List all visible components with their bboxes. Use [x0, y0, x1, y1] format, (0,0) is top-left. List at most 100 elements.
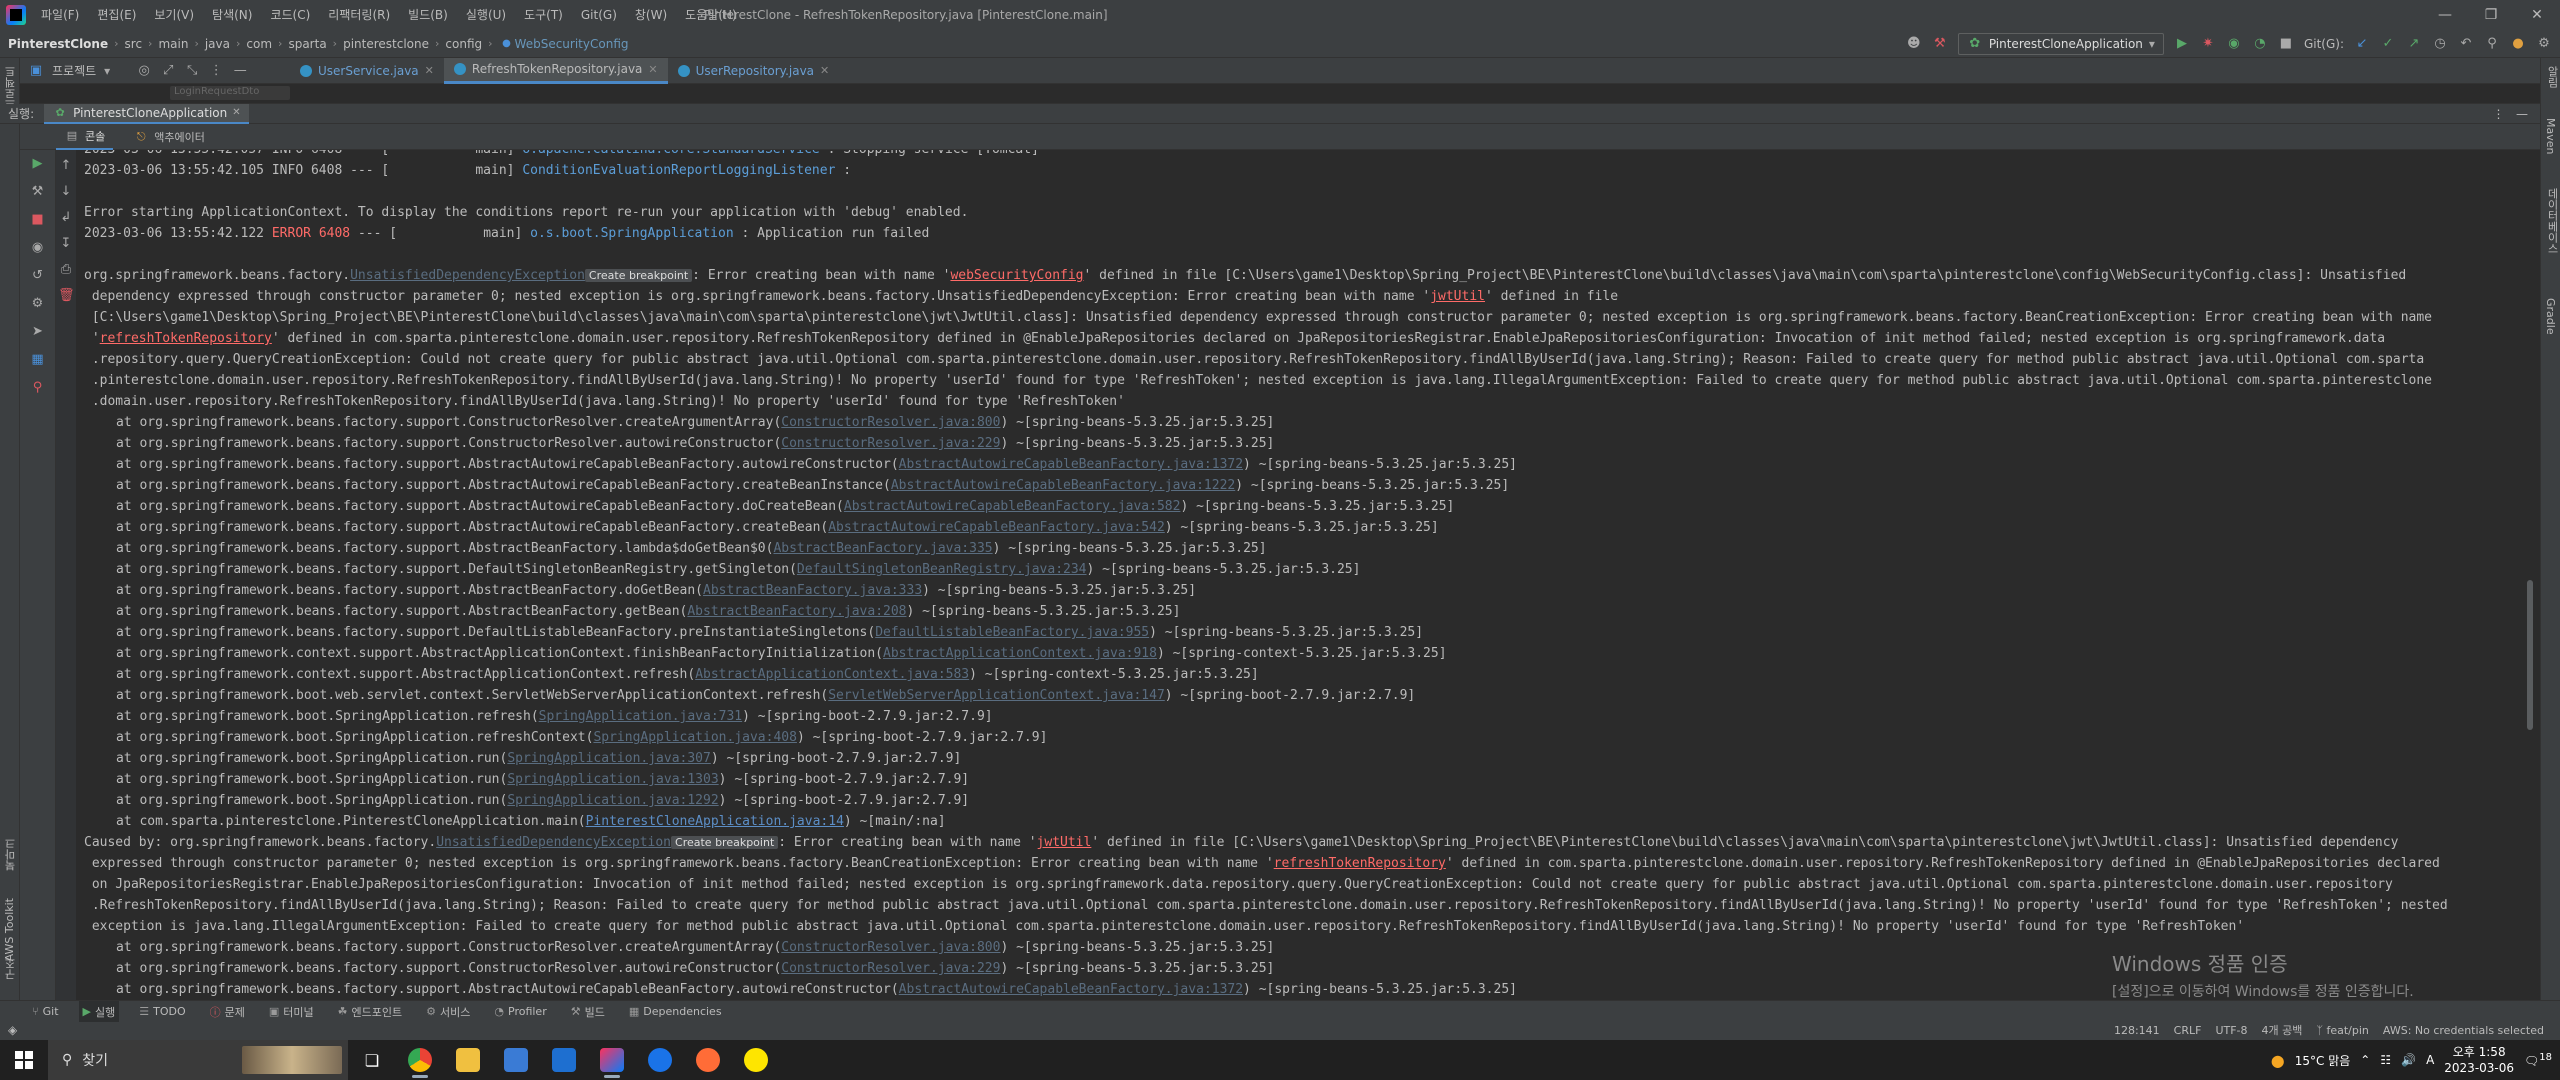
layers-icon[interactable]: ◈ — [8, 1023, 17, 1037]
exception-class-link[interactable]: UnsatisfiedDependencyException — [350, 268, 585, 283]
git-branch[interactable]: ᛉ feat/pin — [2316, 1022, 2369, 1040]
soft-wrap-icon[interactable]: ↲ — [58, 210, 74, 226]
breadcrumb-item[interactable]: config — [445, 37, 482, 51]
breadcrumb-item[interactable]: com — [246, 37, 272, 51]
bottom-tool-build[interactable]: ⚒ 빌드 — [567, 1001, 609, 1023]
stack-frame-source-link[interactable]: DefaultListableBeanFactory.java:955 — [875, 625, 1149, 640]
hammer-icon[interactable]: ⚒ — [1932, 36, 1948, 52]
arrow-down-icon[interactable]: ↓ — [58, 184, 74, 200]
stack-frame-source-link[interactable]: SpringApplication.java:1303 — [507, 772, 718, 787]
menu-item[interactable]: 보기(V) — [145, 0, 203, 30]
ime-indicator[interactable]: A — [2426, 1053, 2434, 1067]
menu-item[interactable]: 실행(U) — [457, 0, 515, 30]
console-scrollbar[interactable] — [2524, 150, 2536, 1000]
menu-item[interactable]: 도구(T) — [515, 0, 572, 30]
minimize-icon[interactable]: — — [2422, 0, 2468, 30]
taskbar-search[interactable]: ⚲ 찾기 — [48, 1040, 348, 1080]
coverage-icon[interactable]: ◉ — [2226, 36, 2242, 52]
bean-link[interactable]: jwtUtil — [1430, 289, 1485, 304]
tab-console[interactable]: ▤ 콘솔 — [56, 124, 114, 150]
git-update-icon[interactable]: ↙ — [2354, 36, 2370, 52]
stack-frame-source-link[interactable]: ServletWebServerApplicationContext.java:… — [828, 688, 1165, 703]
weather-text[interactable]: 15°C 맑음 — [2295, 1052, 2351, 1069]
stack-frame-source-link[interactable]: AbstractAutowireCapableBeanFactory.java:… — [899, 457, 1243, 472]
create-breakpoint-button[interactable]: Create breakpoint — [584, 269, 693, 282]
stop-icon[interactable]: ■ — [2278, 36, 2294, 52]
bookmarks-tool-button[interactable]: 북마크 — [3, 838, 19, 871]
more-options-icon[interactable]: ⋮ — [208, 63, 224, 79]
menu-item[interactable]: 파일(F) — [32, 0, 88, 30]
hide-panel-icon[interactable]: — — [232, 63, 248, 79]
cursor-position[interactable]: 128:141 — [2114, 1022, 2160, 1040]
ide-updates-icon[interactable]: ● — [2510, 36, 2526, 52]
profile-icon[interactable]: ◔ — [2252, 36, 2268, 52]
close-icon[interactable]: ✕ — [425, 64, 434, 77]
search-icon[interactable]: ⚲ — [2484, 36, 2500, 52]
volume-icon[interactable]: 🔊 — [2401, 1053, 2416, 1067]
stack-frame-source-link[interactable]: PinterestCloneApplication.java:14 — [586, 814, 844, 829]
expand-icon[interactable]: ⤢ — [160, 63, 176, 79]
editor-tab[interactable]: UserService.java ✕ — [290, 58, 444, 84]
editor-tab[interactable]: UserRepository.java ✕ — [668, 58, 840, 84]
editor-tab[interactable]: RefreshTokenRepository.java ✕ — [443, 57, 668, 84]
stack-frame-source-link[interactable]: ConstructorResolver.java:229 — [781, 961, 1000, 976]
console-output[interactable]: 2023-03-06 13:55:42.057 INFO 6408 --- [ … — [84, 150, 2524, 1000]
stack-frame-source-link[interactable]: AbstractApplicationContext.java:918 — [883, 646, 1157, 661]
postman-app[interactable] — [684, 1040, 732, 1080]
menu-item[interactable]: 편집(E) — [88, 0, 145, 30]
maven-tool-button[interactable]: Maven — [2544, 118, 2557, 154]
structure-tool-button[interactable]: 구조 — [3, 958, 19, 980]
settings-icon[interactable]: ⚙ — [30, 296, 46, 312]
print-icon[interactable]: ⎙ — [58, 262, 74, 278]
stack-frame-source-link[interactable]: SpringApplication.java:307 — [507, 751, 711, 766]
stack-frame-source-link[interactable]: AbstractApplicationContext.java:583 — [695, 667, 969, 682]
clear-all-icon[interactable]: 🗑 — [58, 288, 75, 304]
menu-item[interactable]: 창(W) — [626, 0, 676, 30]
breadcrumb-item[interactable]: main — [158, 37, 188, 51]
bottom-tool-endpoints[interactable]: ☘ 엔드포인트 — [334, 1001, 406, 1023]
menu-item[interactable]: 코드(C) — [261, 0, 319, 30]
arrow-up-icon[interactable]: ↑ — [58, 158, 74, 174]
hide-panel-icon[interactable]: — — [2516, 107, 2528, 121]
bottom-tool-terminal[interactable]: ▣ 터미널 — [265, 1001, 318, 1023]
file-encoding[interactable]: UTF-8 — [2215, 1022, 2247, 1040]
git-push-icon[interactable]: ↗ — [2406, 36, 2422, 52]
stop-icon[interactable]: ■ — [30, 212, 46, 228]
bean-link[interactable]: webSecurityConfig — [950, 268, 1083, 283]
stack-frame-source-link[interactable]: ConstructorResolver.java:229 — [781, 436, 1000, 451]
gradle-tool-button[interactable]: Gradle — [2544, 298, 2557, 335]
stack-frame-source-link[interactable]: AbstractBeanFactory.java:333 — [703, 583, 922, 598]
camera-icon[interactable]: ◉ — [30, 240, 46, 256]
breadcrumb-item[interactable]: sparta — [288, 37, 326, 51]
stack-frame-source-link[interactable]: AbstractBeanFactory.java:335 — [773, 541, 992, 556]
breadcrumb-item[interactable]: WebSecurityConfig — [515, 37, 629, 51]
menu-item[interactable]: 탐색(N) — [203, 0, 261, 30]
stack-frame-source-link[interactable]: ConstructorResolver.java:800 — [781, 940, 1000, 955]
menu-item[interactable]: Git(G) — [572, 0, 626, 30]
breadcrumb-item[interactable]: PinterestClone — [8, 37, 108, 51]
exit-icon[interactable]: ➤ — [30, 324, 46, 340]
stack-frame-source-link[interactable]: ConstructorResolver.java:800 — [781, 415, 1000, 430]
bean-link[interactable]: refreshTokenRepository — [100, 331, 272, 346]
close-icon[interactable]: ✕ — [648, 63, 657, 76]
kakaotalk-app[interactable] — [732, 1040, 780, 1080]
store-app[interactable] — [492, 1040, 540, 1080]
vpn-app[interactable] — [636, 1040, 684, 1080]
history-icon[interactable]: ◷ — [2432, 36, 2448, 52]
aws-credentials[interactable]: AWS: No credentials selected — [2383, 1022, 2544, 1040]
run-icon[interactable]: ▶ — [2174, 36, 2190, 52]
stack-frame-source-link[interactable]: AbstractAutowireCapableBeanFactory.java:… — [828, 520, 1165, 535]
file-explorer-app[interactable] — [444, 1040, 492, 1080]
scroll-to-end-icon[interactable]: ↧ — [58, 236, 74, 252]
bean-link[interactable]: refreshTokenRepository — [1274, 856, 1446, 871]
close-icon[interactable]: ✕ — [232, 107, 240, 118]
target-icon[interactable]: ◎ — [136, 63, 152, 79]
project-panel-label[interactable]: 프로젝트 — [52, 62, 96, 79]
network-icon[interactable]: ☷ — [2380, 1053, 2391, 1067]
breadcrumb-item[interactable]: java — [205, 37, 230, 51]
pin-icon[interactable]: ⚲ — [30, 380, 46, 396]
bottom-tool-services[interactable]: ⚙ 서비스 — [422, 1001, 474, 1023]
tray-expand-icon[interactable]: ⌃ — [2360, 1053, 2370, 1067]
database-tool-button[interactable]: 데이터베이스 — [2544, 188, 2560, 254]
scrollbar-thumb[interactable] — [2527, 580, 2533, 730]
